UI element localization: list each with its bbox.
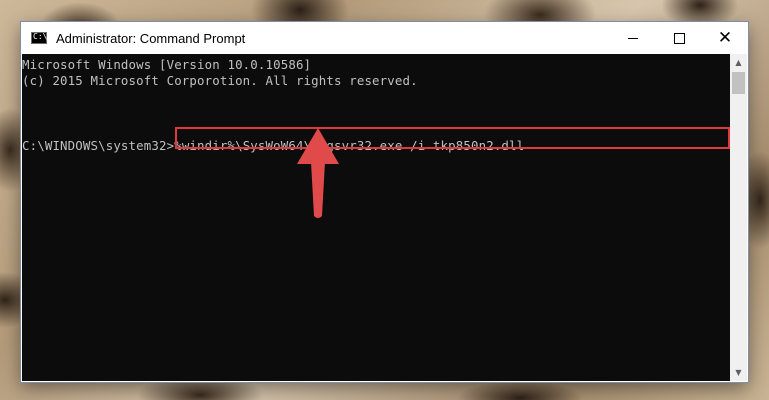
scrollbar-thumb[interactable] [732,72,745,94]
annotation-arrow-head [297,128,339,164]
window-controls: ✕ [610,22,748,54]
minimize-button[interactable] [610,22,656,54]
console-prompt: C:\WINDOWS\system32> [22,138,175,153]
command-highlight-box [175,127,730,149]
vertical-scrollbar[interactable]: ▲ ▼ [730,54,747,381]
command-prompt-icon: C:\ [31,32,47,44]
scroll-up-icon[interactable]: ▲ [730,54,747,71]
command-prompt-window: C:\ Administrator: Command Prompt ✕ Micr… [21,22,748,382]
console-line-copyright: (c) 2015 Microsoft Corporotion. All righ… [22,73,418,88]
annotation-arrow-shaft [311,162,325,218]
console-line-version: Microsoft Windows [Version 10.0.10586] [22,57,312,72]
close-button[interactable]: ✕ [702,22,748,54]
minimize-icon [628,38,638,39]
annotation-arrow-icon [297,128,339,218]
window-title: Administrator: Command Prompt [56,30,246,46]
console-output[interactable]: Microsoft Windows [Version 10.0.10586] (… [22,54,730,381]
scroll-down-icon[interactable]: ▼ [730,364,747,381]
maximize-button[interactable] [656,22,702,54]
title-bar[interactable]: C:\ Administrator: Command Prompt ✕ [21,22,748,54]
maximize-icon [673,32,685,44]
close-icon: ✕ [717,28,733,48]
